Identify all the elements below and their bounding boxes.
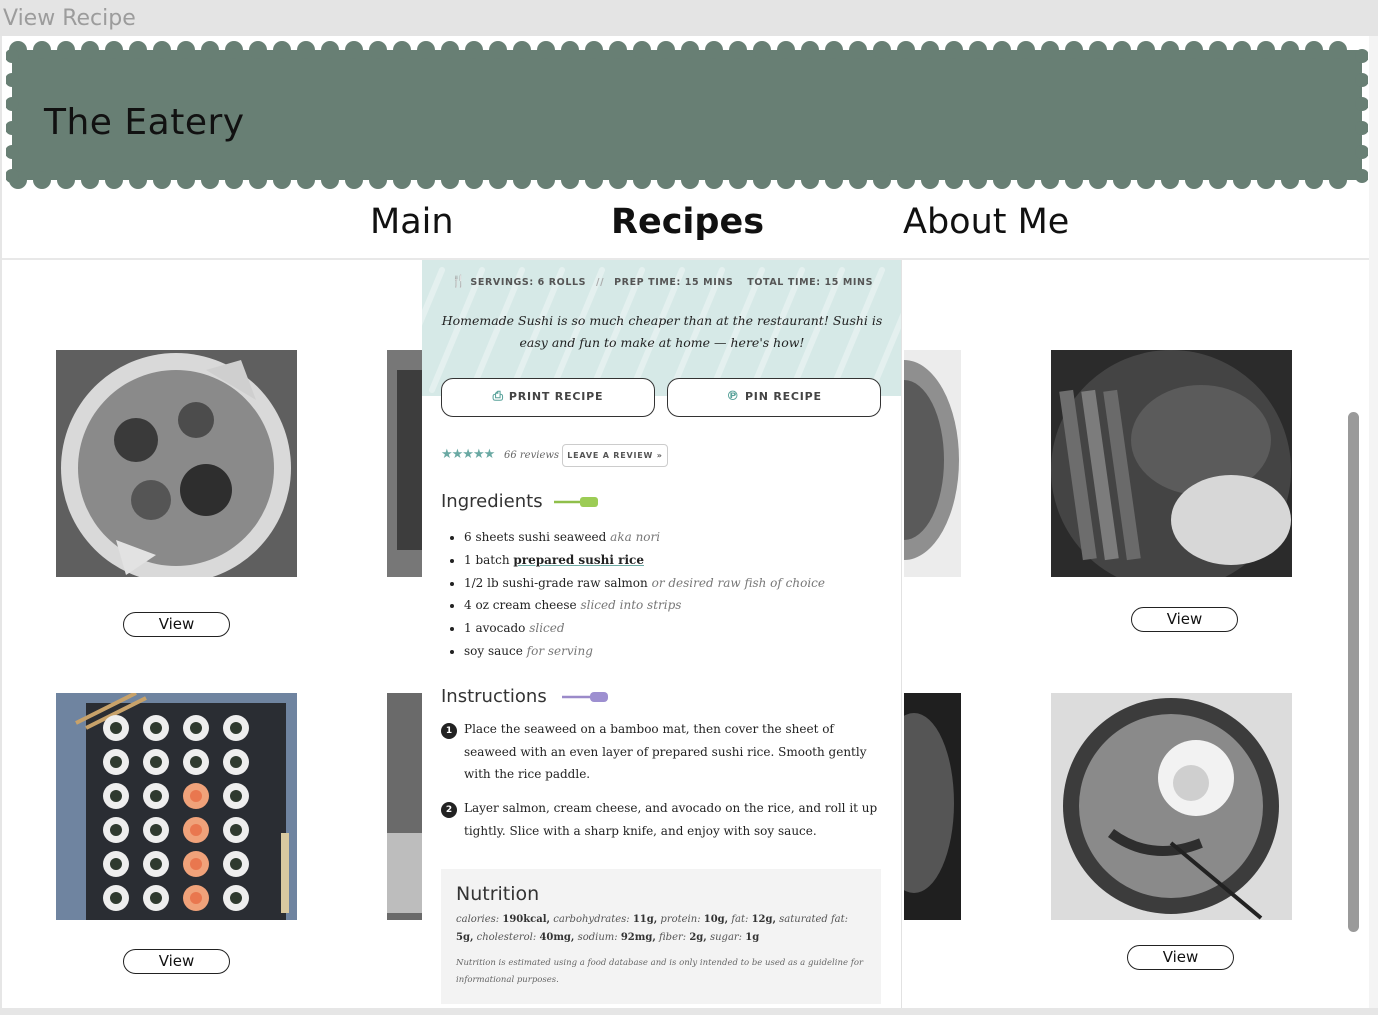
window-edge — [1369, 36, 1378, 1015]
nutri-label: fat: — [731, 914, 749, 925]
nutrition-facts: calories: 190kcal, carbohydrates: 11g, p… — [456, 911, 856, 947]
star-rating: ★★★★★ — [441, 447, 495, 462]
app-window: View Recipe The Eatery Main Recipes Abou… — [0, 0, 1378, 1015]
nutri-value: 190kcal, — [502, 914, 551, 925]
recipe-photo-sushi[interactable] — [56, 693, 297, 920]
nutri-label: saturated fat: — [779, 914, 849, 925]
main-nav: Main Recipes About Me — [2, 192, 1369, 260]
ingredient-note: sliced into strips — [580, 598, 682, 613]
pinterest-icon: ℗ — [726, 389, 740, 404]
recipe-meta: 🍴 SERVINGS: 6 ROLLS // PREP TIME: 15 MIN… — [422, 274, 901, 288]
nutri-label: carbohydrates: — [553, 914, 630, 925]
recipe-photo-3[interactable] — [904, 350, 961, 577]
total-time: TOTAL TIME: 15 MINS — [747, 277, 874, 288]
instruction-step: 1 Place the seaweed on a bamboo mat, the… — [441, 718, 881, 786]
nav-main[interactable]: Main — [370, 202, 454, 242]
pin-recipe-label: PIN RECIPE — [744, 390, 822, 403]
recipe-intro: Homemade Sushi is so much cheaper than a… — [441, 313, 883, 350]
nav-recipes[interactable]: Recipes — [611, 202, 764, 242]
review-count[interactable]: 66 reviews — [504, 450, 559, 461]
ingredients-list: 6 sheets sushi seaweed aka nori 1 batch … — [450, 526, 890, 663]
recipe-photo-5[interactable] — [387, 693, 422, 920]
view-button[interactable]: View — [123, 949, 230, 974]
recipe-photo-rice-bowl[interactable] — [1051, 693, 1292, 920]
servings: SERVINGS: 6 ROLLS — [470, 277, 587, 288]
nutrition-box: Nutrition calories: 190kcal, carbohydrat… — [441, 869, 881, 1004]
nutri-label: cholesterol: — [476, 932, 537, 943]
instructions-heading: Instructions — [441, 686, 612, 707]
ingredient-main: 4 oz cream cheese — [464, 598, 577, 613]
recipe-card: 🍴 SERVINGS: 6 ROLLS // PREP TIME: 15 MIN… — [422, 260, 902, 1008]
nutri-label: protein: — [660, 914, 701, 925]
ingredient-main: 6 sheets sushi seaweed — [464, 530, 607, 544]
prepared-sushi-rice-link[interactable]: prepared sushi rice — [513, 553, 644, 567]
print-recipe-label: PRINT RECIPE — [508, 390, 604, 403]
nutri-value: 40mg, — [539, 932, 575, 943]
nutri-value: 92mg, — [620, 932, 656, 943]
ingredient-item: 1 batch prepared sushi rice — [450, 549, 890, 572]
print-recipe-button[interactable]: ⎙ PRINT RECIPE — [441, 378, 655, 417]
ingredients-title: Ingredients — [441, 491, 543, 512]
view-button[interactable]: View — [1127, 945, 1234, 970]
window-bottom-edge — [0, 1008, 1378, 1015]
ingredient-item: 1 avocado sliced — [450, 617, 890, 640]
instructions-title: Instructions — [441, 686, 547, 707]
meta-separator: // — [596, 277, 605, 288]
ingredient-main: 1 batch — [464, 552, 510, 567]
recipe-photo-salad[interactable] — [56, 350, 297, 577]
ingredient-note: aka nori — [610, 530, 661, 544]
ingredient-main: 1/2 lb sushi-grade raw salmon — [464, 575, 648, 590]
nutrition-disclaimer: Nutrition is estimated using a food data… — [456, 958, 864, 985]
ingredient-note: for serving — [526, 643, 593, 658]
nutri-label: sodium: — [577, 932, 618, 943]
nutrition-title: Nutrition — [456, 883, 540, 905]
ingredient-item: 6 sheets sushi seaweed aka nori — [450, 526, 890, 549]
window-title: View Recipe — [3, 6, 136, 31]
spatula-icon — [562, 692, 609, 702]
view-button[interactable]: View — [1131, 607, 1238, 632]
pin-recipe-button[interactable]: ℗ PIN RECIPE — [667, 378, 881, 417]
nav-about-me[interactable]: About Me — [903, 202, 1069, 242]
prep-time: PREP TIME: 15 MINS — [614, 277, 734, 288]
ingredient-note: or desired raw fish of choice — [651, 575, 825, 590]
ingredient-main: soy sauce — [464, 643, 523, 658]
step-number: 1 — [441, 723, 457, 739]
ingredients-heading: Ingredients — [441, 491, 602, 512]
nutri-value: 10g, — [703, 914, 729, 925]
ingredient-item: 4 oz cream cheese sliced into strips — [450, 594, 890, 617]
recipe-photo-2[interactable] — [387, 350, 422, 577]
step-text: Place the seaweed on a bamboo mat, then … — [464, 722, 867, 782]
window-titlebar: View Recipe — [0, 0, 1378, 36]
utensils-icon: 🍴 — [450, 274, 467, 288]
printer-icon: ⎙ — [492, 389, 504, 404]
ingredient-main: 1 avocado — [464, 621, 526, 636]
ingredient-item: soy sauce for serving — [450, 640, 890, 663]
nutri-label: sugar: — [709, 932, 743, 943]
page-scrollbar[interactable] — [1348, 412, 1359, 932]
nutri-value: 2g, — [689, 932, 707, 943]
nutri-value: 1g — [745, 932, 760, 943]
nutri-value: 12g, — [751, 914, 776, 925]
recipe-photo-6[interactable] — [904, 693, 961, 920]
nutri-label: calories: — [456, 914, 500, 925]
nutri-value: 11g, — [632, 914, 658, 925]
ingredient-item: 1/2 lb sushi-grade raw salmon or desired… — [450, 572, 890, 595]
spatula-icon — [554, 497, 599, 507]
recipe-card-header: 🍴 SERVINGS: 6 ROLLS // PREP TIME: 15 MIN… — [422, 260, 901, 396]
step-number: 2 — [441, 802, 457, 818]
recipe-photo-steak[interactable] — [1051, 350, 1292, 577]
ingredient-note: sliced — [529, 621, 565, 636]
leave-review-button[interactable]: LEAVE A REVIEW » — [562, 444, 668, 467]
brand-title[interactable]: The Eatery — [44, 102, 245, 143]
view-button[interactable]: View — [123, 612, 230, 637]
instruction-step: 2 Layer salmon, cream cheese, and avocad… — [441, 797, 881, 842]
nutri-label: fiber: — [659, 932, 687, 943]
nutri-value: 5g, — [456, 932, 474, 943]
step-text: Layer salmon, cream cheese, and avocado … — [464, 801, 878, 838]
